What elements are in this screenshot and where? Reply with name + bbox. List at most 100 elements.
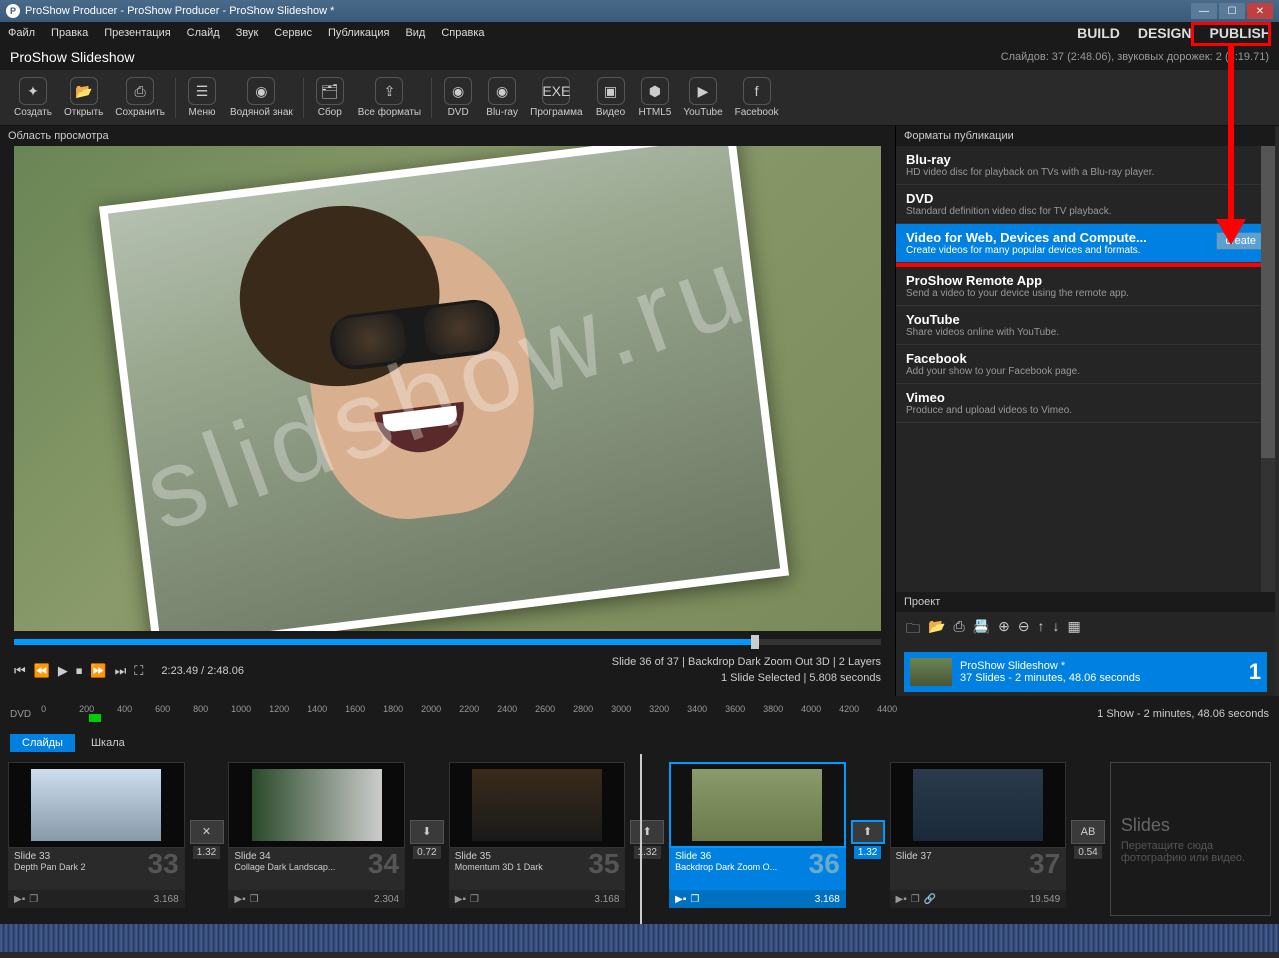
tool-программа[interactable]: EXEПрограмма bbox=[524, 77, 588, 118]
proj-save-icon[interactable]: ⎙ bbox=[953, 618, 964, 642]
menu-file[interactable]: Файл bbox=[8, 27, 35, 39]
audio-waveform[interactable] bbox=[0, 924, 1279, 952]
proj-open-icon[interactable]: 📂 bbox=[928, 618, 945, 642]
transition-36[interactable]: ⬆1.32 bbox=[850, 762, 886, 916]
tool-сохранить[interactable]: ⎙Сохранить bbox=[109, 77, 171, 118]
tool-создать[interactable]: ✦Создать bbox=[8, 77, 58, 118]
tab-slides[interactable]: Слайды bbox=[10, 734, 75, 752]
tool-dvd[interactable]: ◉DVD bbox=[436, 77, 480, 118]
tool-все форматы[interactable]: ⇪Все форматы bbox=[352, 77, 427, 118]
slide-36[interactable]: Slide 36Backdrop Dark Zoom O...36 ▶▪❐3.1… bbox=[669, 762, 846, 916]
layers-icon[interactable]: ❐ bbox=[250, 894, 259, 905]
tool-html5[interactable]: ⬢HTML5 bbox=[633, 77, 678, 118]
dvd-icon: ◉ bbox=[444, 77, 472, 105]
tool-blu-ray[interactable]: ◉Blu-ray bbox=[480, 77, 524, 118]
tool-youtube[interactable]: ▶YouTube bbox=[677, 77, 728, 118]
mode-design[interactable]: DESIGN bbox=[1138, 25, 1192, 41]
slides-placeholder[interactable]: SlidesПеретащите сюдафотографию или виде… bbox=[1110, 762, 1271, 916]
transition-icon[interactable]: ⬆ bbox=[851, 820, 885, 844]
ruler-marker[interactable] bbox=[89, 714, 101, 722]
side-panel: Форматы публикации Blu-rayHD video disc … bbox=[895, 126, 1275, 696]
tool-facebook[interactable]: fFacebook bbox=[729, 77, 785, 118]
tool-видео[interactable]: ▣Видео bbox=[589, 77, 633, 118]
format-youtube[interactable]: YouTubeShare videos online with YouTube. bbox=[896, 306, 1275, 345]
play-icon[interactable]: ▶▪ bbox=[455, 894, 466, 905]
transition-35[interactable]: ⬆1.32 bbox=[629, 762, 665, 916]
menu-edit[interactable]: Правка bbox=[51, 27, 88, 39]
menu-sound[interactable]: Звук bbox=[236, 27, 259, 39]
project-item[interactable]: ProShow Slideshow * 37 Slides - 2 minute… bbox=[904, 652, 1267, 692]
tool-открыть[interactable]: 📂Открыть bbox=[58, 77, 109, 118]
play-icon[interactable]: ▶▪ bbox=[675, 894, 686, 905]
format-blu-ray[interactable]: Blu-rayHD video disc for playback on TVs… bbox=[896, 146, 1275, 185]
preview-canvas[interactable]: slidshow.ru bbox=[14, 146, 881, 631]
transition-icon[interactable]: ⬇ bbox=[410, 820, 444, 844]
play-icon[interactable]: ▶▪ bbox=[896, 894, 907, 905]
menu-service[interactable]: Сервис bbox=[274, 27, 312, 39]
mode-publish[interactable]: PUBLISH bbox=[1210, 25, 1271, 41]
tool-меню[interactable]: ☰Меню bbox=[180, 77, 224, 118]
play-icon[interactable]: ▶▪ bbox=[234, 894, 245, 905]
proj-new-icon[interactable]: 🗀 bbox=[906, 618, 920, 642]
transition-33[interactable]: ✕1.32 bbox=[189, 762, 225, 916]
transition-icon[interactable]: AB bbox=[1071, 820, 1105, 844]
maximize-button[interactable]: ☐ bbox=[1219, 3, 1245, 19]
proj-remove-icon[interactable]: ⊖ bbox=[1018, 618, 1030, 642]
menu-publish[interactable]: Публикация bbox=[328, 27, 389, 39]
format-proshow[interactable]: ProShow Remote AppSend a video to your d… bbox=[896, 267, 1275, 306]
slide-thumb bbox=[252, 769, 382, 841]
scrollbar[interactable] bbox=[1261, 146, 1275, 592]
format-video[interactable]: createVideo for Web, Devices and Compute… bbox=[896, 224, 1275, 263]
close-button[interactable]: ✕ bbox=[1247, 3, 1273, 19]
transition-icon[interactable]: ⬆ bbox=[630, 820, 664, 844]
tool-сбор[interactable]: 🗂Сбор bbox=[308, 77, 352, 118]
proj-add-icon[interactable]: ⊕ bbox=[998, 618, 1010, 642]
layers-icon[interactable]: ❐ bbox=[690, 894, 699, 905]
layers-icon[interactable]: ❐ bbox=[911, 894, 920, 905]
link-icon[interactable]: 🔗 bbox=[924, 894, 936, 905]
slide-35[interactable]: Slide 35Momentum 3D 1 Dark35 ▶▪❐3.168 bbox=[449, 762, 626, 916]
playback-scrubber[interactable] bbox=[14, 639, 881, 645]
slide-34[interactable]: Slide 34Collage Dark Landscap...34 ▶▪❐2.… bbox=[228, 762, 405, 916]
skip-start-button[interactable]: ⏮ bbox=[14, 663, 26, 679]
mode-build[interactable]: BUILD bbox=[1077, 25, 1120, 41]
layers-icon[interactable]: ❐ bbox=[29, 894, 38, 905]
scrubber-handle[interactable] bbox=[751, 635, 759, 649]
transition-37[interactable]: AB0.54 bbox=[1070, 762, 1106, 916]
transition-icon[interactable]: ✕ bbox=[190, 820, 224, 844]
play-button[interactable]: ▶ bbox=[58, 663, 68, 679]
format-facebook[interactable]: FacebookAdd your show to your Facebook p… bbox=[896, 345, 1275, 384]
format-dvd[interactable]: DVDStandard definition video disc for TV… bbox=[896, 185, 1275, 224]
ruler[interactable]: 0200400600800100012001400160018002000220… bbox=[41, 704, 1087, 724]
menu-help[interactable]: Справка bbox=[441, 27, 484, 39]
skip-end-button[interactable]: ⏭ bbox=[115, 663, 127, 679]
ruler-label: DVD bbox=[10, 709, 31, 720]
menu-presentation[interactable]: Презентация bbox=[104, 27, 170, 39]
tool-водяной знак[interactable]: ◉Водяной знак bbox=[224, 77, 299, 118]
forward-button[interactable]: ⏩ bbox=[90, 663, 106, 679]
menu-slide[interactable]: Слайд bbox=[187, 27, 220, 39]
tab-scale[interactable]: Шкала bbox=[79, 734, 137, 752]
slide-info: Slide 36 of 37 | Backdrop Dark Zoom Out … bbox=[612, 655, 881, 670]
proj-up-icon[interactable]: ↑ bbox=[1038, 618, 1045, 642]
format-vimeo[interactable]: VimeoProduce and upload videos to Vimeo. bbox=[896, 384, 1275, 423]
slide-33[interactable]: Slide 33Depth Pan Dark 233 ▶▪❐3.168 bbox=[8, 762, 185, 916]
formats-list: Blu-rayHD video disc for playback on TVs… bbox=[896, 146, 1275, 592]
rewind-button[interactable]: ⏪ bbox=[34, 663, 50, 679]
play-icon[interactable]: ▶▪ bbox=[14, 894, 25, 905]
proj-grid-icon[interactable]: ▦ bbox=[1068, 618, 1081, 642]
layers-icon[interactable]: ❐ bbox=[470, 894, 479, 905]
slide-37[interactable]: Slide 3737 ▶▪❐🔗19.549 bbox=[890, 762, 1067, 916]
minimize-button[interactable]: — bbox=[1191, 3, 1217, 19]
stop-button[interactable]: ⏹ bbox=[76, 663, 83, 679]
playhead-marker[interactable] bbox=[640, 754, 642, 924]
project-number: 1 bbox=[1249, 659, 1261, 685]
slide-thumb bbox=[472, 769, 602, 841]
menu-view[interactable]: Вид bbox=[405, 27, 425, 39]
proj-down-icon[interactable]: ↓ bbox=[1053, 618, 1060, 642]
fullscreen-button[interactable]: ⛶ bbox=[134, 663, 143, 679]
create-button[interactable]: create bbox=[1216, 232, 1265, 250]
slide-thumb bbox=[692, 769, 822, 841]
transition-34[interactable]: ⬇0.72 bbox=[409, 762, 445, 916]
proj-saveas-icon[interactable]: 📇 bbox=[973, 618, 990, 642]
